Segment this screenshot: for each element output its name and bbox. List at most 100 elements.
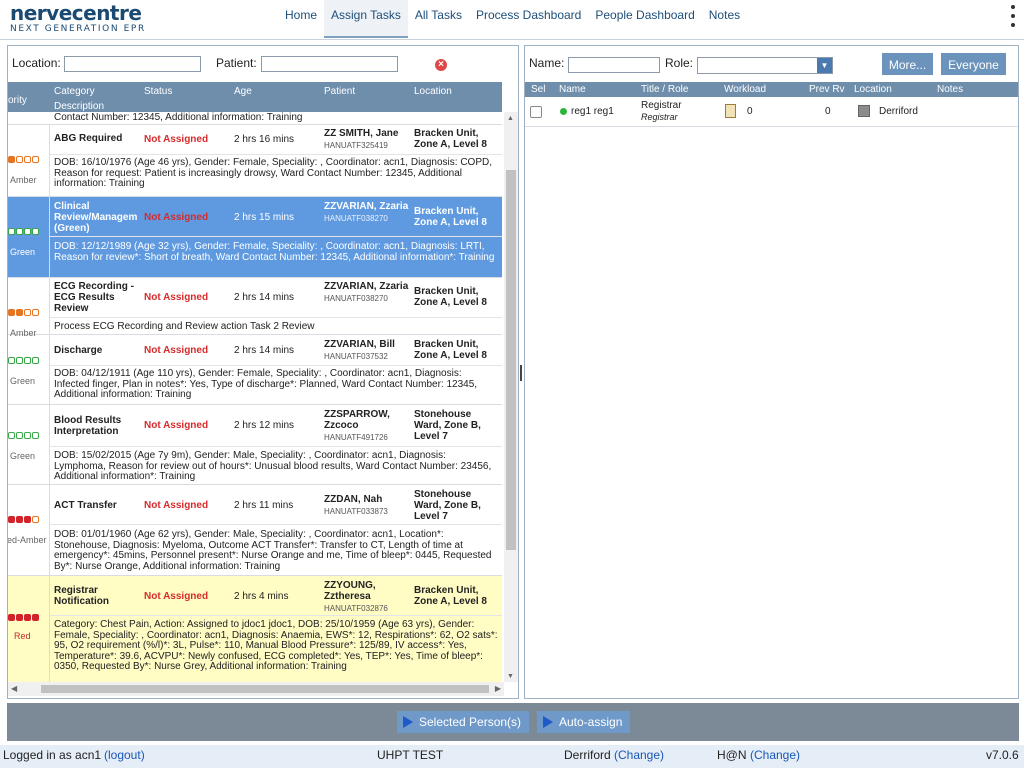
selected-persons-label: Selected Person(s)	[419, 715, 522, 729]
panel-splitter-handle[interactable]	[520, 365, 522, 381]
priority-cell: ed-Amber	[8, 485, 50, 575]
priority-label: Green	[10, 376, 36, 386]
everyone-button[interactable]: Everyone	[941, 53, 1006, 75]
patient-name[interactable]: ZZDAN, Nah	[324, 494, 410, 505]
task-row[interactable]: Amber ABG Required Not Assigned 2 hrs 16…	[8, 125, 502, 197]
nervecentre-logo[interactable]: nervecentre NEXT GENERATION EPR	[10, 3, 146, 34]
location-filter-input[interactable]	[64, 56, 201, 72]
task-status: Not Assigned	[144, 420, 209, 431]
task-row[interactable]: ed-Amber ACT Transfer Not Assigned 2 hrs…	[8, 485, 502, 576]
task-category: ACT Transfer	[54, 500, 117, 511]
patient-id: HANUATF032876	[324, 604, 388, 613]
people-table-header: Sel Name Title / Role Workload Prev Rv L…	[525, 82, 1018, 97]
task-row[interactable]: Green Discharge Not Assigned 2 hrs 14 mi…	[8, 335, 502, 405]
scroll-right-icon[interactable]: ▶	[495, 684, 501, 693]
priority-label: Green	[10, 247, 36, 257]
col-status[interactable]: Status	[144, 86, 172, 97]
select-person-checkbox[interactable]	[530, 106, 542, 118]
task-status: Not Assigned	[144, 292, 209, 303]
auto-assign-button[interactable]: Auto-assign	[537, 711, 631, 733]
scroll-left-icon[interactable]: ◀	[11, 684, 17, 693]
patient-name[interactable]: ZZVARIAN, Zzaria	[324, 281, 410, 292]
col-sel[interactable]: Sel	[531, 84, 545, 95]
patient-filter-input[interactable]	[261, 56, 398, 72]
priority-cell: Green	[8, 405, 50, 484]
patient-name[interactable]: ZZVARIAN, Bill	[324, 339, 410, 350]
priority-indicator-icon	[8, 156, 39, 163]
priority-indicator-icon	[8, 228, 39, 235]
task-status: Not Assigned	[144, 591, 209, 602]
col-category[interactable]: Category	[54, 86, 95, 97]
logo-tagline: NEXT GENERATION EPR	[10, 24, 146, 34]
patient-name[interactable]: ZZYOUNG, Zztheresa	[324, 580, 410, 602]
nav-tab-process-dashboard[interactable]: Process Dashboard	[469, 0, 588, 38]
col-location[interactable]: Location	[414, 86, 452, 97]
selected-persons-button[interactable]: Selected Person(s)	[397, 711, 530, 733]
task-category: Discharge	[54, 345, 103, 356]
col-age[interactable]: Age	[234, 86, 252, 97]
col-title-role[interactable]: Title / Role	[641, 84, 688, 95]
status-bar: Logged in as acn1 (logout) UHPT TEST Der…	[0, 745, 1024, 768]
task-age: 2 hrs 15 mins	[234, 212, 295, 223]
logged-in-text: Logged in as acn1	[3, 748, 102, 762]
nav-tab-assign-tasks[interactable]: Assign Tasks	[324, 0, 408, 38]
person-role: Registrar	[641, 112, 678, 122]
task-location: Bracken Unit, Zone A, Level 8	[414, 286, 487, 308]
change-site-link[interactable]: (Change)	[614, 748, 664, 762]
role-label: Role:	[665, 56, 694, 70]
task-row[interactable]: Green Blood Results Interpretation Not A…	[8, 405, 502, 485]
change-mode-link[interactable]: (Change)	[750, 748, 800, 762]
task-category: ECG Recording - ECG Results Review	[54, 281, 135, 314]
col-priority[interactable]: ority	[8, 95, 27, 106]
scroll-thumb[interactable]	[506, 170, 516, 550]
site-name: Derriford	[564, 748, 611, 762]
nav-tab-home[interactable]: Home	[278, 0, 324, 38]
nav-tab-notes[interactable]: Notes	[702, 0, 747, 38]
app-header: nervecentre NEXT GENERATION EPR Home Ass…	[0, 0, 1024, 40]
patient-name[interactable]: ZZVARIAN, Zzaria	[324, 201, 410, 212]
priority-label: Green	[10, 451, 36, 461]
nav-tab-all-tasks[interactable]: All Tasks	[408, 0, 469, 38]
col-patient[interactable]: Patient	[324, 86, 355, 97]
more-button[interactable]: More...	[882, 53, 933, 75]
scroll-thumb[interactable]	[41, 685, 489, 693]
task-status: Not Assigned	[144, 212, 209, 223]
online-status-icon	[560, 108, 567, 115]
clear-filter-icon[interactable]: ×	[435, 59, 447, 71]
scroll-up-icon[interactable]: ▲	[507, 115, 514, 122]
task-list-horizontal-scrollbar[interactable]: ◀ ▶	[8, 682, 504, 696]
more-options-icon[interactable]	[1010, 5, 1016, 27]
scroll-down-icon[interactable]: ▼	[507, 673, 514, 680]
task-description: DOB: 01/01/1960 (Age 62 yrs), Gender: Ma…	[54, 529, 492, 572]
col-description: Description	[54, 101, 105, 112]
col-notes[interactable]: Notes	[937, 84, 963, 95]
task-list-vertical-scrollbar[interactable]: ▲ ▼	[504, 112, 518, 682]
person-name[interactable]: reg1 reg1	[571, 106, 614, 117]
task-description: DOB: 16/10/1976 (Age 46 yrs), Gender: Fe…	[54, 157, 492, 190]
task-row-highlighted[interactable]: Red Registrar Notification Not Assigned …	[8, 576, 502, 682]
task-row[interactable]: Amber ECG Recording - ECG Results Review…	[8, 278, 502, 338]
patient-name[interactable]: ZZ SMITH, Jane	[324, 128, 410, 139]
priority-indicator-icon	[8, 614, 39, 621]
name-filter-input[interactable]	[568, 57, 660, 73]
priority-indicator-icon	[8, 432, 39, 439]
task-status: Not Assigned	[144, 134, 209, 145]
chevron-down-icon[interactable]: ▼	[817, 58, 832, 73]
nav-tab-people-dashboard[interactable]: People Dashboard	[588, 0, 701, 38]
task-row-selected[interactable]: Green Clinical Review/Managem (Green) No…	[8, 197, 502, 278]
person-prev-rv: 0	[825, 106, 831, 117]
priority-cell: Amber	[8, 125, 50, 196]
task-table-body: Contact Number: 12345, Additional inform…	[8, 112, 502, 682]
task-description: Contact Number: 12345, Additional inform…	[54, 112, 303, 123]
col-location[interactable]: Location	[854, 84, 892, 95]
col-workload[interactable]: Workload	[724, 84, 766, 95]
priority-label: Red	[14, 631, 31, 641]
location-label: Location:	[12, 56, 61, 70]
patient-name[interactable]: ZZSPARROW, Zzcoco	[324, 409, 410, 431]
name-label: Name:	[529, 56, 565, 70]
col-name[interactable]: Name	[559, 84, 586, 95]
person-row[interactable]: reg1 reg1 Registrar Registrar 0 0 Derrif…	[525, 97, 1018, 127]
col-prev-rv[interactable]: Prev Rv	[809, 84, 845, 95]
logout-link[interactable]: (logout)	[104, 748, 145, 762]
role-select[interactable]: ▼	[697, 57, 833, 74]
